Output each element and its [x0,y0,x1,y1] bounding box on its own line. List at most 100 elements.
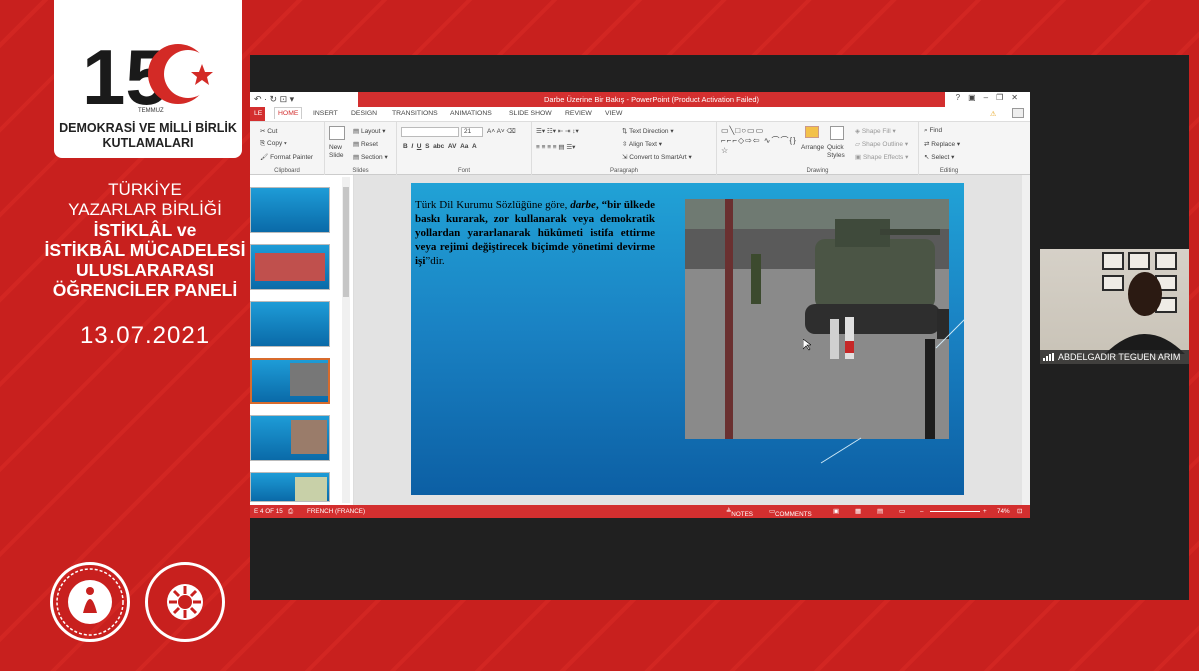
font-grow-shrink-buttons[interactable]: A˄ A˅ ⌫ [487,127,516,135]
slide-text-end: ”dir. [425,255,445,267]
ribbon-home: ✂ Cut ⎘ Copy ▾ 🖌 Format Painter Clipboar… [250,121,1030,176]
15-temmuz-logo: 15 TEMMUZ [82,34,213,116]
group-label: Paragraph [609,168,639,174]
window-controls[interactable]: ?▣–❐✕ [956,93,1026,102]
slide-thumbnail-selected[interactable] [250,358,330,404]
slide-sorter-button[interactable]: ▦ [855,508,861,515]
tab-home[interactable]: HOME [274,107,303,119]
language-indicator[interactable]: FRENCH (FRANCE) [307,508,365,515]
minimize-button[interactable]: – [984,93,996,102]
tab-insert[interactable]: INSERT [313,110,338,117]
fit-slide-button[interactable]: ⊡ [1017,508,1022,515]
signal-strength-icon [1043,353,1054,361]
text-direction-button[interactable]: ⇅ Text Direction ▾ [622,127,674,135]
ministry-emblem-icon [56,568,124,636]
notes-button[interactable]: ≜ NOTES [726,508,753,518]
slide-thumbnail[interactable] [250,415,330,461]
slide-text-plain: Türk Dil Kurumu Sözlüğüne göre, [415,199,571,211]
normal-view-button[interactable]: ▣ [833,508,839,515]
group-label: Font [457,168,470,174]
tab-design[interactable]: DESIGN [351,110,377,117]
slide-term: darbe [570,199,596,211]
align-buttons[interactable]: ≡ ≡ ≡ ≡ ▤ ☰▾ [536,143,575,151]
group-label: Editing [939,168,959,174]
comments-button[interactable]: ▭ COMMENTS [769,508,812,518]
zoom-in-button[interactable]: + [983,508,987,515]
align-text-button[interactable]: ⇳ Align Text ▾ [622,140,662,148]
shapes-gallery[interactable]: ▭╲□○▭▭ ⌐⌐⌐◇⇨⇦ ∿⌒⌒{}☆ [721,126,801,156]
quick-styles-button[interactable]: Quick Styles [827,144,849,160]
section-button[interactable]: ▤ Section ▾ [353,153,388,161]
close-button[interactable]: ✕ [1011,93,1026,102]
thumbnail-photo [290,363,328,396]
group-drawing: ▭╲□○▭▭ ⌐⌐⌐◇⇨⇦ ∿⌒⌒{}☆ Arrange Quick Style… [717,122,919,176]
account-icon[interactable] [1012,108,1024,118]
title-line: YAZARLAR BİRLİĞİ [68,200,222,219]
writers-union-emblem-icon [167,584,203,620]
replace-button[interactable]: ⇄ Replace ▾ [924,140,960,148]
title-bar[interactable]: ↶ · ↻ ⊡ ▾ Darbe Üzerine Bir Bakış - Powe… [250,92,1030,107]
font-style-buttons[interactable]: B I U S abc AV Aa A [403,143,477,150]
slide-counter: E 4 OF 15 [254,508,283,515]
warning-icon: ⚠ [990,111,997,118]
logo-caption: DEMOKRASİ VE MİLLİ BİRLİK KUTLAMALARI [59,121,237,150]
shape-fill-button[interactable]: ◈ Shape Fill ▾ [855,127,896,135]
thumbnail-map [295,477,327,501]
shape-effects-button[interactable]: ▣ Shape Effects ▾ [855,153,908,161]
find-button[interactable]: ⌕ Find [924,127,942,135]
quick-styles-icon [830,126,844,140]
tab-file[interactable]: LE [250,107,265,121]
ribbon-display-button[interactable]: ▣ [968,93,984,102]
tab-review[interactable]: REVIEW [565,110,592,117]
ministry-emblem [50,562,130,642]
reset-button[interactable]: ▤ Reset [353,140,378,148]
mouse-cursor-icon [803,339,811,351]
spellcheck-icon[interactable]: ⎙ [288,508,293,516]
slide-thumbnail[interactable] [250,187,330,233]
participant-name: ABDELGADIR TEGUEN ARIM [1040,350,1189,364]
font-family-select[interactable] [401,127,459,137]
tab-transitions[interactable]: TRANSITIONS [392,110,438,117]
coup-photo[interactable] [685,199,949,439]
tab-view[interactable]: VIEW [605,110,622,117]
reading-view-button[interactable]: ▤ [877,508,883,515]
slideshow-button[interactable]: ▭ [899,508,905,515]
list-buttons[interactable]: ☰▾ ☷▾ ⇤ ⇥ ↕▾ [536,127,579,135]
editor-scrollbar[interactable] [1022,175,1030,505]
zoom-level[interactable]: 74% [997,508,1010,515]
new-slide-button[interactable]: New Slide [329,144,353,160]
format-painter-button[interactable]: 🖌 Format Painter [260,153,313,161]
cut-button[interactable]: ✂ Cut [260,127,277,135]
arrange-button[interactable]: Arrange [801,144,824,151]
group-editing: ⌕ Find ⇄ Replace ▾ ↖ Select ▾ Editing [919,122,979,176]
new-slide-icon[interactable] [329,126,345,140]
select-button[interactable]: ↖ Select ▾ [924,153,954,161]
current-slide[interactable]: Türk Dil Kurumu Sözlüğüne göre, darbe, “… [411,183,967,495]
layout-button[interactable]: ▤ Layout ▾ [353,127,386,135]
zoom-slider[interactable] [930,511,980,512]
thumbnail-scrollbar[interactable] [342,177,350,503]
maximize-button[interactable]: ❐ [996,93,1011,102]
slide-thumbnail[interactable] [250,472,330,502]
group-label: Slides [352,168,369,174]
font-size-select[interactable]: 21 [461,127,483,137]
shape-outline-button[interactable]: ▱ Shape Outline ▾ [855,140,908,148]
group-clipboard: ✂ Cut ⎘ Copy ▾ 🖌 Format Painter Clipboar… [250,122,325,176]
slide-decoration [935,317,967,349]
tab-slide-show[interactable]: SLIDE SHOW [509,110,552,117]
copy-button[interactable]: ⎘ Copy ▾ [260,140,287,148]
powerpoint-window[interactable]: ↶ · ↻ ⊡ ▾ Darbe Üzerine Bir Bakış - Powe… [250,92,1030,518]
smartart-button[interactable]: ⇲ Convert to SmartArt ▾ [622,153,692,161]
window-title: Darbe Üzerine Bir Bakış - PowerPoint (Pr… [358,92,945,107]
help-button[interactable]: ? [956,93,968,102]
group-font: 21 A˄ A˅ ⌫ B I U S abc AV Aa A Font [397,122,532,176]
zoom-out-button[interactable]: – [920,508,924,515]
arrange-icon [805,126,819,138]
slide-thumbnail[interactable] [250,244,330,290]
participant-video[interactable]: ABDELGADIR TEGUEN ARIM [1040,249,1189,364]
quick-access-toolbar[interactable]: ↶ · ↻ ⊡ ▾ [254,94,294,105]
slide-textbox[interactable]: Türk Dil Kurumu Sözlüğüne göre, darbe, “… [415,198,655,268]
tab-animations[interactable]: ANIMATIONS [450,110,492,117]
slide-thumbnail[interactable] [250,301,330,347]
thumbnail-table [255,253,325,281]
